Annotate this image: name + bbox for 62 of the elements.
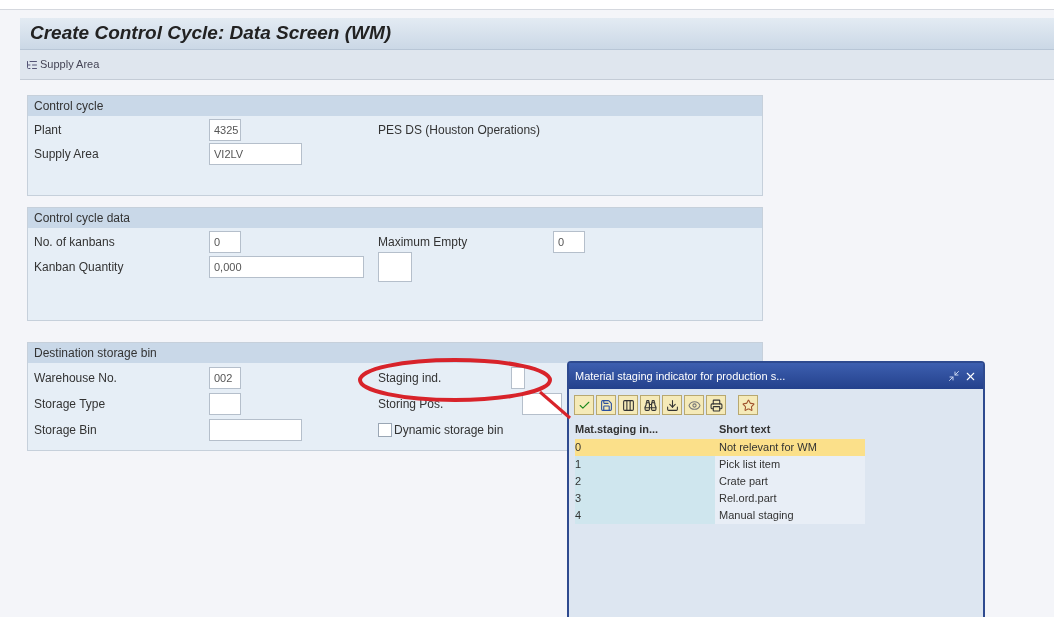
table-cell-text: Not relevant for WM <box>718 440 818 455</box>
list-row[interactable]: 3 Rel.ord.part <box>575 490 865 507</box>
binoculars-icon <box>643 398 657 412</box>
table-cell: Crate part <box>715 473 865 490</box>
table-cell: Manual staging <box>715 507 865 524</box>
binoculars-button[interactable] <box>640 395 660 415</box>
download-icon <box>665 398 679 412</box>
download-button[interactable] <box>662 395 682 415</box>
input-field[interactable] <box>378 252 412 282</box>
input-field[interactable] <box>511 367 526 389</box>
list-row[interactable]: 1 Pick list item <box>575 456 865 473</box>
table-cell: Rel.ord.part <box>715 490 865 507</box>
field-label: No. of kanbans <box>34 234 116 251</box>
table-cell-text: 4 <box>575 508 583 524</box>
input-field[interactable]: 002 <box>209 367 241 389</box>
field-label: Supply Area <box>34 146 100 163</box>
checkbox-label: Dynamic storage bin <box>394 422 504 439</box>
columns-icon <box>621 398 635 412</box>
star-button[interactable] <box>738 395 758 415</box>
list-row[interactable]: 2 Crate part <box>575 473 865 490</box>
columns-button[interactable] <box>618 395 638 415</box>
table-cell-text: 0 <box>575 440 583 456</box>
input-field[interactable] <box>209 419 302 441</box>
field-label: Maximum Empty <box>378 234 469 251</box>
field-label: Warehouse No. <box>34 370 118 387</box>
input-field[interactable] <box>209 393 241 415</box>
input-field[interactable]: 0,000 <box>209 256 364 278</box>
group-header: Control cycle <box>28 96 762 116</box>
field-label: Kanban Quantity <box>34 259 125 276</box>
table-cell-text: 3 <box>575 491 583 507</box>
save-icon <box>599 398 613 412</box>
table-cell-text: 2 <box>575 474 583 490</box>
input-field[interactable]: VI2LV <box>209 143 302 165</box>
column-header: Mat.staging in... <box>575 421 660 437</box>
field-label: Staging ind. <box>378 370 442 387</box>
group-header: Control cycle data <box>28 208 762 228</box>
field-label: Storage Type <box>34 396 107 413</box>
window-title: Create Control Cycle: Data Screen (WM) <box>30 21 392 46</box>
toolbar-button[interactable]: Supply Area <box>26 56 100 73</box>
dialog-title: Material staging indicator for production s... <box>575 368 787 384</box>
input-field[interactable]: 0 <box>209 231 241 253</box>
field-label: Storage Bin <box>34 422 98 439</box>
hierarchy-icon <box>26 58 38 71</box>
minimize-icon[interactable] <box>948 370 960 382</box>
plant-description: PES DS (Houston Operations) <box>378 122 541 139</box>
list-row[interactable]: 4 Manual staging <box>575 507 865 524</box>
annotation-line <box>539 390 571 420</box>
printer-icon <box>709 398 723 412</box>
field-label: Plant <box>34 122 63 139</box>
star-icon <box>741 398 755 412</box>
table-cell-text: 1 <box>575 457 583 473</box>
checkbox[interactable] <box>378 423 392 437</box>
input-field[interactable]: 4325 <box>209 119 241 141</box>
eye-icon <box>687 398 701 412</box>
check-button[interactable] <box>574 395 594 415</box>
save-button[interactable] <box>596 395 616 415</box>
list-row[interactable]: 0 Not relevant for WM <box>575 439 865 456</box>
group-header: Destination storage bin <box>28 343 762 363</box>
printer-button[interactable] <box>706 395 726 415</box>
table-cell: Pick list item <box>715 456 865 473</box>
column-header: Short text <box>718 421 772 437</box>
input-field[interactable]: 0 <box>553 231 585 253</box>
